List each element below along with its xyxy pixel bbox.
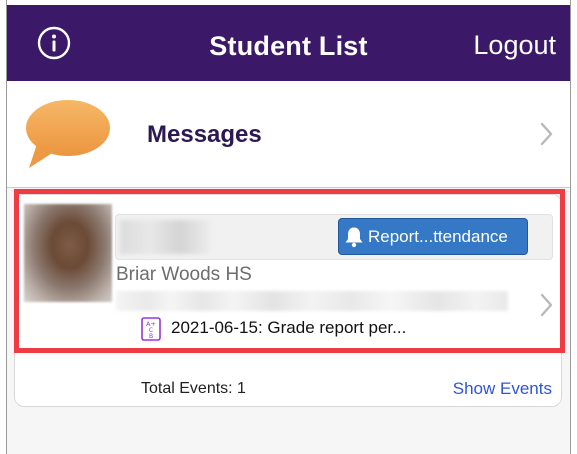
total-events-count: Total Events: 1 <box>141 380 246 397</box>
chevron-right-icon <box>540 122 553 146</box>
show-events-link[interactable]: Show Events <box>453 379 552 399</box>
highlight-annotation-box <box>14 189 565 353</box>
messages-label: Messages <box>147 121 262 148</box>
logout-button[interactable]: Logout <box>473 30 556 61</box>
top-navigation-bar: Student List Logout <box>7 5 570 81</box>
right-frame-border <box>570 0 571 454</box>
speech-bubble-icon <box>26 100 110 168</box>
messages-row[interactable]: Messages <box>7 81 570 188</box>
